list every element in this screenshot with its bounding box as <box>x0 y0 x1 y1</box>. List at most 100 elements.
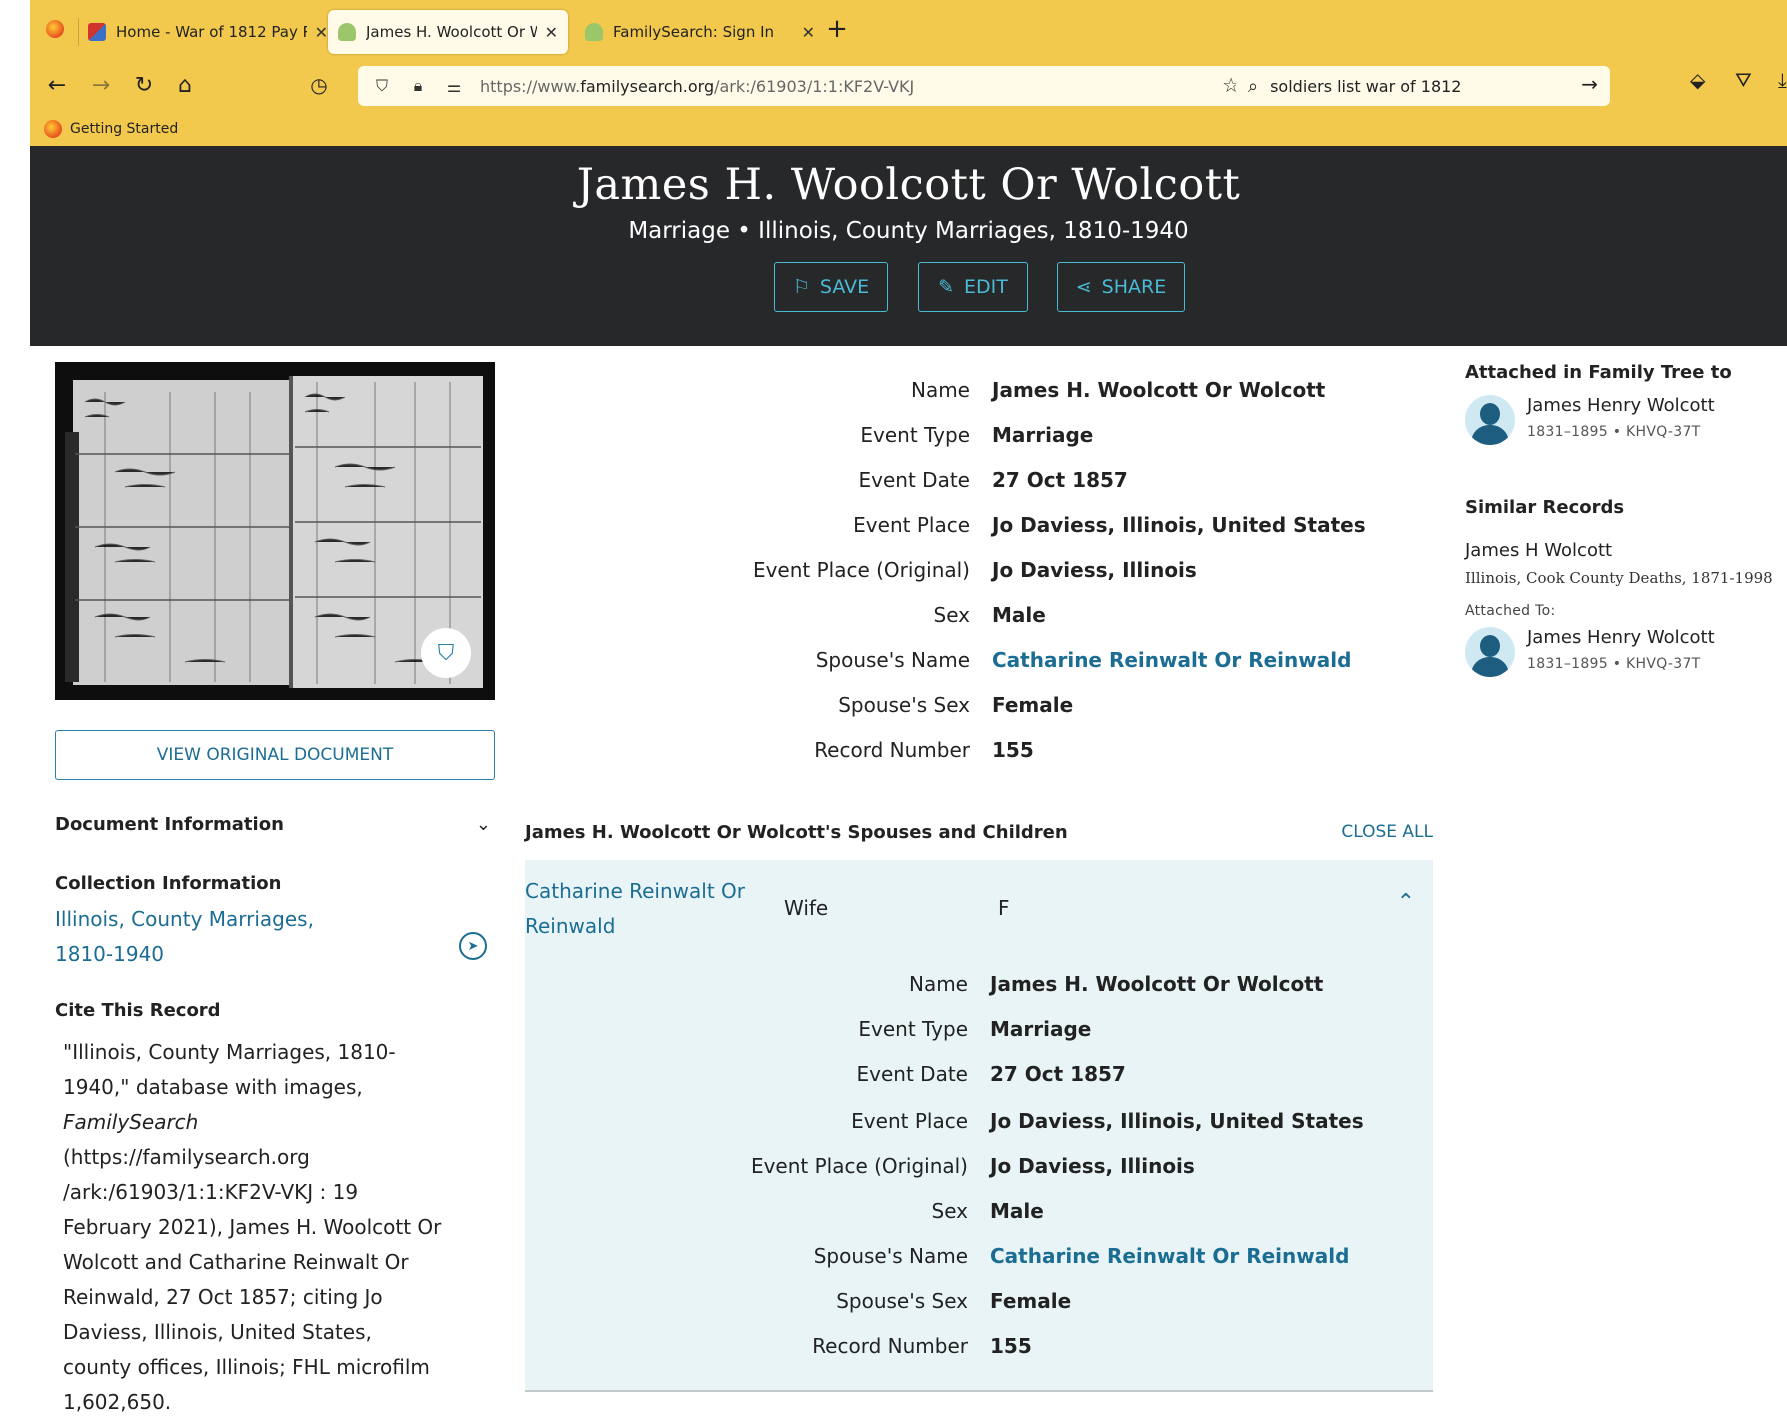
field-value: Female <box>992 693 1074 717</box>
similar-record-collection: Illinois, Cook County Deaths, 1871-1998 <box>1465 569 1773 587</box>
close-all-button[interactable]: CLOSE ALL <box>1341 822 1433 843</box>
field-row: Record Number 155 <box>498 1334 1032 1358</box>
tab-james-h-woolcott[interactable]: James H. Woolcott Or Wolcott, ✕ <box>328 10 568 54</box>
field-row: Spouse's Sex Female <box>498 1289 1071 1313</box>
field-value: Jo Daviess, Illinois <box>992 558 1197 582</box>
spouse-panel: Catharine Reinwalt Or Reinwald Wife F ⌃ … <box>525 860 1433 1392</box>
tab-war-of-1812[interactable]: Home - War of 1812 Pay Rolls a ✕ <box>88 10 328 54</box>
edit-button[interactable]: ✎ EDIT <box>918 262 1028 312</box>
collection-link[interactable]: Illinois, County Marriages, 1810-1940 <box>55 902 355 972</box>
attached-in-family-tree-title: Attached in Family Tree to <box>1465 362 1732 383</box>
share-button[interactable]: ⋖ SHARE <box>1057 262 1185 312</box>
spouse-sex: F <box>998 896 1010 920</box>
close-tab-icon[interactable]: ✕ <box>315 23 328 42</box>
field-label: Record Number <box>812 1334 968 1358</box>
field-label: Event Place <box>851 1109 968 1133</box>
document-information-toggle[interactable]: Document Information ⌄ <box>55 814 495 835</box>
save-button[interactable]: ⚐ SAVE <box>774 262 888 312</box>
person-name[interactable]: James Henry Wolcott <box>1527 627 1715 648</box>
history-clock-icon[interactable]: ◷ <box>302 68 336 102</box>
view-original-document-button[interactable]: VIEW ORIGINAL DOCUMENT <box>55 730 495 780</box>
field-value: 27 Oct 1857 <box>992 468 1128 492</box>
right-column: Attached in Family Tree to James Henry W… <box>1465 362 1787 677</box>
similar-record-name[interactable]: James H Wolcott <box>1465 540 1787 561</box>
downloads-icon[interactable]: ⤓ <box>1778 68 1787 92</box>
firefox-menu-icon[interactable] <box>38 12 72 46</box>
citation-text: "Illinois, County Marriages, 1810-1940,"… <box>63 1035 443 1420</box>
field-value: 155 <box>992 738 1034 762</box>
field-row: Name James H. Woolcott Or Wolcott <box>500 378 1325 402</box>
search-bar[interactable]: ⌕ soldiers list war of 1812 → <box>1236 66 1610 106</box>
save-label: SAVE <box>819 276 870 298</box>
field-row: Record Number 155 <box>500 738 1034 762</box>
extensions-icon[interactable]: ⬙ <box>1690 68 1705 92</box>
firefox-bookmark-icon <box>44 120 62 138</box>
pocket-icon[interactable]: ⛛ <box>1735 68 1752 92</box>
forward-arrow-icon[interactable]: → <box>84 68 118 102</box>
document-thumbnail[interactable]: ⛉ <box>55 362 495 700</box>
tab-familysearch-sign-in[interactable]: FamilySearch: Sign In ✕ <box>585 10 815 54</box>
back-arrow-icon[interactable]: ← <box>40 68 74 102</box>
page-title: James H. Woolcott Or Wolcott <box>576 160 1241 210</box>
field-row: Event Place (Original) Jo Daviess, Illin… <box>500 558 1197 582</box>
plus-icon[interactable]: + <box>820 12 854 46</box>
record-subtitle: Marriage • Illinois, County Marriages, 1… <box>628 218 1189 244</box>
person-name[interactable]: James Henry Wolcott <box>1527 395 1715 416</box>
reload-icon[interactable]: ↻ <box>127 68 161 102</box>
spouse-name-link[interactable]: Catharine Reinwalt Or Reinwald <box>990 1244 1349 1268</box>
chevron-up-icon[interactable]: ⌃ <box>1397 890 1415 915</box>
spouse-name-link[interactable]: Catharine Reinwalt Or Reinwald <box>992 648 1351 672</box>
field-value: James H. Woolcott Or Wolcott <box>990 972 1324 996</box>
citation-part: "Illinois, County Marriages, 1810-1940,"… <box>63 1040 396 1099</box>
go-arrow-icon[interactable]: → <box>1581 72 1598 96</box>
field-row: Event Place Jo Daviess, Illinois, United… <box>498 1109 1363 1133</box>
similar-attached-person[interactable]: James Henry Wolcott 1831–1895 • KHVQ-37T <box>1465 627 1787 677</box>
chevron-down-icon[interactable]: ⌄ <box>476 814 491 835</box>
bookmarks-bar: Getting Started <box>30 112 178 146</box>
field-row: Event Type Marriage <box>500 423 1093 447</box>
lock-icon[interactable]: 🔒︎ <box>406 76 430 96</box>
familysearch-favicon-icon <box>338 23 356 41</box>
field-row: Sex Male <box>498 1199 1044 1223</box>
permissions-icon[interactable]: ⚌ <box>442 77 466 96</box>
document-information-title: Document Information <box>55 814 284 835</box>
field-label: Spouse's Name <box>813 1244 968 1268</box>
field-value: Male <box>992 603 1046 627</box>
pencil-icon: ✎ <box>938 276 955 298</box>
attached-person[interactable]: James Henry Wolcott 1831–1895 • KHVQ-37T <box>1465 395 1787 445</box>
field-row: Event Type Marriage <box>498 1017 1091 1041</box>
compass-icon[interactable]: ➤ <box>459 932 487 960</box>
field-label: Name <box>908 972 968 996</box>
browser-chrome: Home - War of 1812 Pay Rolls a ✕ James H… <box>0 0 1787 146</box>
search-input[interactable]: soldiers list war of 1812 <box>1270 77 1461 96</box>
close-tab-icon[interactable]: ✕ <box>545 23 558 42</box>
url-bar[interactable]: ⛉ 🔒︎ ⚌ https://www.familysearch.org/ark:… <box>358 66 1250 106</box>
tab-strip: Home - War of 1812 Pay Rolls a ✕ James H… <box>30 0 1787 60</box>
url-text[interactable]: https://www.familysearch.org/ark:/61903/… <box>480 77 914 96</box>
field-label: Event Date <box>858 468 970 492</box>
field-row: Event Date 27 Oct 1857 <box>500 468 1128 492</box>
field-row: Sex Male <box>500 603 1046 627</box>
home-icon[interactable]: ⌂ <box>168 68 202 102</box>
field-label: Spouse's Sex <box>838 693 970 717</box>
spouses-section-title: James H. Woolcott Or Wolcott's Spouses a… <box>525 822 1068 843</box>
tab-label: James H. Woolcott Or Wolcott, <box>366 23 537 41</box>
tracking-shield-icon[interactable]: ⛉ <box>370 76 394 96</box>
field-value: James H. Woolcott Or Wolcott <box>992 378 1326 402</box>
collection-information-title: Collection Information <box>55 873 282 894</box>
field-label: Sex <box>933 603 970 627</box>
field-row: Spouse's Name Catharine Reinwalt Or Rein… <box>498 1244 1350 1268</box>
shield-icon[interactable]: ⛉ <box>421 628 471 678</box>
familysearch-favicon-icon <box>585 23 603 41</box>
cite-this-record-title: Cite This Record <box>55 1000 221 1021</box>
bookmark-getting-started[interactable]: Getting Started <box>70 121 178 137</box>
citation-source: FamilySearch <box>63 1110 199 1134</box>
tab-separator <box>78 18 79 46</box>
spouse-name-link[interactable]: Catharine Reinwalt Or Reinwald <box>525 874 765 944</box>
field-label: Spouse's Sex <box>836 1289 968 1313</box>
collection-link-row: Illinois, County Marriages, 1810-1940 ➤ <box>55 902 495 972</box>
close-tab-icon[interactable]: ✕ <box>802 23 815 42</box>
field-label: Event Place (Original) <box>752 558 970 582</box>
field-label: Event Type <box>858 1017 968 1041</box>
field-label: Sex <box>931 1199 968 1223</box>
